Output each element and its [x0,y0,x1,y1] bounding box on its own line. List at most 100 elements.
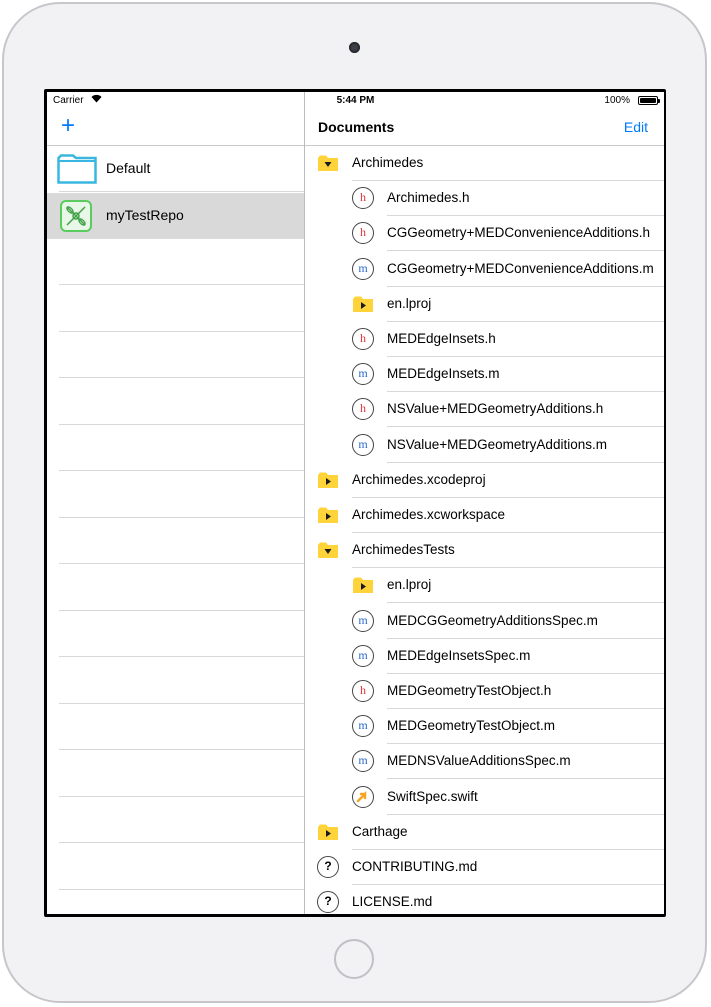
header-file-icon: h [352,328,374,350]
file-row[interactable]: m MEDNSValueAdditionsSpec.m [305,744,664,780]
add-repo-button[interactable]: + [61,114,75,138]
documents-nav-bar: Documents Edit [305,110,664,146]
file-name: MEDGeometryTestObject.m [387,718,556,734]
implementation-file-icon: m [352,644,374,667]
folder-row[interactable]: Archimedes.xcworkspace [305,498,664,533]
file-name: LICENSE.md [352,894,433,910]
battery-icon [638,96,660,105]
file-name: NSValue+MEDGeometryAdditions.m [387,436,607,452]
file-name: en.lproj [387,295,432,311]
file-name: Archimedes.h [387,190,470,206]
camera [349,42,360,53]
implementation-file-icon: m [352,257,374,280]
repo-list-pane: + Default myTestRepo [47,92,304,914]
empty-row-separator [59,331,304,332]
home-button[interactable] [334,939,374,979]
file-name: Archimedes.xcworkspace [352,507,506,522]
folder-row[interactable]: en.lproj [305,568,664,604]
battery-percentage: 100% [604,95,630,106]
file-row[interactable]: h MEDEdgeInsets.h [305,322,664,357]
file-name: MEDCGGeometryAdditionsSpec.m [387,612,598,628]
file-row[interactable]: h CGGeometry+MEDConvenienceAdditions.h [305,216,664,252]
empty-row-separator [59,284,304,285]
file-name: CGGeometry+MEDConvenienceAdditions.m [387,260,654,276]
folder-open-icon [317,539,339,561]
file-row[interactable]: m NSValue+MEDGeometryAdditions.m [305,428,664,463]
repo-label: myTestRepo [106,207,184,223]
folder-row[interactable]: ArchimedesTests [305,533,664,569]
file-name: CONTRIBUTING.md [352,859,478,874]
file-row[interactable]: m MEDEdgeInsetsSpec.m [305,639,664,674]
edit-button[interactable]: Edit [624,119,648,135]
repo-icon [60,200,92,232]
repo-label: Default [106,160,151,176]
empty-row-separator [59,377,304,378]
empty-row-separator [59,610,304,611]
folder-icon [57,154,97,184]
file-row[interactable]: m MEDGeometryTestObject.m [305,709,664,745]
empty-row-separator [59,749,304,750]
repo-row[interactable]: myTestRepo [47,193,304,239]
file-name: MEDEdgeInsetsSpec.m [387,647,531,663]
file-row[interactable]: ? LICENSE.md [305,885,664,914]
file-name: Carthage [352,823,408,839]
row-separator [59,191,304,192]
documents-title: Documents [318,119,395,135]
swift-file-icon [352,785,374,808]
file-name: MEDNSValueAdditionsSpec.m [387,753,571,769]
empty-row-separator [59,424,304,425]
file-name: en.lproj [387,577,432,593]
empty-row-separator [59,842,304,843]
file-row[interactable]: m MEDEdgeInsets.m [305,357,664,393]
file-row[interactable]: h Archimedes.h [305,181,664,217]
folder-open-icon [317,152,339,174]
empty-row-separator [59,517,304,518]
documents-pane: Documents Edit Archimedes h Archimedes.h h C… [305,92,664,914]
file-row[interactable]: ? CONTRIBUTING.md [305,850,664,885]
display: + Default myTestRepo Documents Edit Archi… [47,92,664,914]
repo-row[interactable]: Default [47,146,304,192]
file-name: MEDEdgeInsets.h [387,331,496,346]
file-name: SwiftSpec.swift [387,788,478,804]
folder-closed-icon [317,469,339,491]
file-name: Archimedes [352,155,424,170]
file-name: MEDEdgeInsets.m [387,366,500,382]
empty-row-separator [59,563,304,564]
header-file-icon: h [352,187,374,210]
folder-row[interactable]: Carthage [305,815,664,850]
file-row[interactable]: h NSValue+MEDGeometryAdditions.h [305,392,664,428]
header-file-icon: h [352,680,374,702]
folder-row[interactable]: Archimedes [305,146,664,181]
repo-nav-bar: + [47,110,304,146]
clock: 5:44 PM [336,95,375,106]
file-name: NSValue+MEDGeometryAdditions.h [387,401,604,417]
file-row[interactable]: m MEDCGGeometryAdditionsSpec.m [305,604,664,639]
header-file-icon: h [352,398,374,421]
header-file-icon: h [352,222,374,245]
file-name: ArchimedesTests [352,542,455,558]
file-row[interactable]: SwiftSpec.swift [305,780,664,815]
file-name: MEDGeometryTestObject.h [387,683,552,698]
folder-closed-icon [352,293,374,315]
folder-closed-icon [317,821,339,843]
file-name: CGGeometry+MEDConvenienceAdditions.h [387,225,650,241]
empty-row-separator [59,703,304,704]
file-row[interactable]: m CGGeometry+MEDConvenienceAdditions.m [305,252,664,287]
implementation-file-icon: m [352,433,374,456]
implementation-file-icon: m [352,363,374,386]
status-bar: Carrier 5:44 PM 100% [47,92,664,110]
empty-row-separator [59,656,304,657]
empty-row-separator [59,796,304,797]
file-row[interactable]: h MEDGeometryTestObject.h [305,674,664,709]
implementation-file-icon: m [352,750,374,773]
file-name: Archimedes.xcodeproj [352,471,486,487]
implementation-file-icon: m [352,715,374,738]
implementation-file-icon: m [352,609,374,632]
empty-row-separator [59,889,304,890]
empty-row-separator [59,470,304,471]
unknown-file-icon: ? [317,856,339,878]
unknown-file-icon: ? [317,891,339,914]
folder-closed-icon [317,504,339,526]
folder-row[interactable]: Archimedes.xcodeproj [305,463,664,498]
folder-row[interactable]: en.lproj [305,287,664,322]
